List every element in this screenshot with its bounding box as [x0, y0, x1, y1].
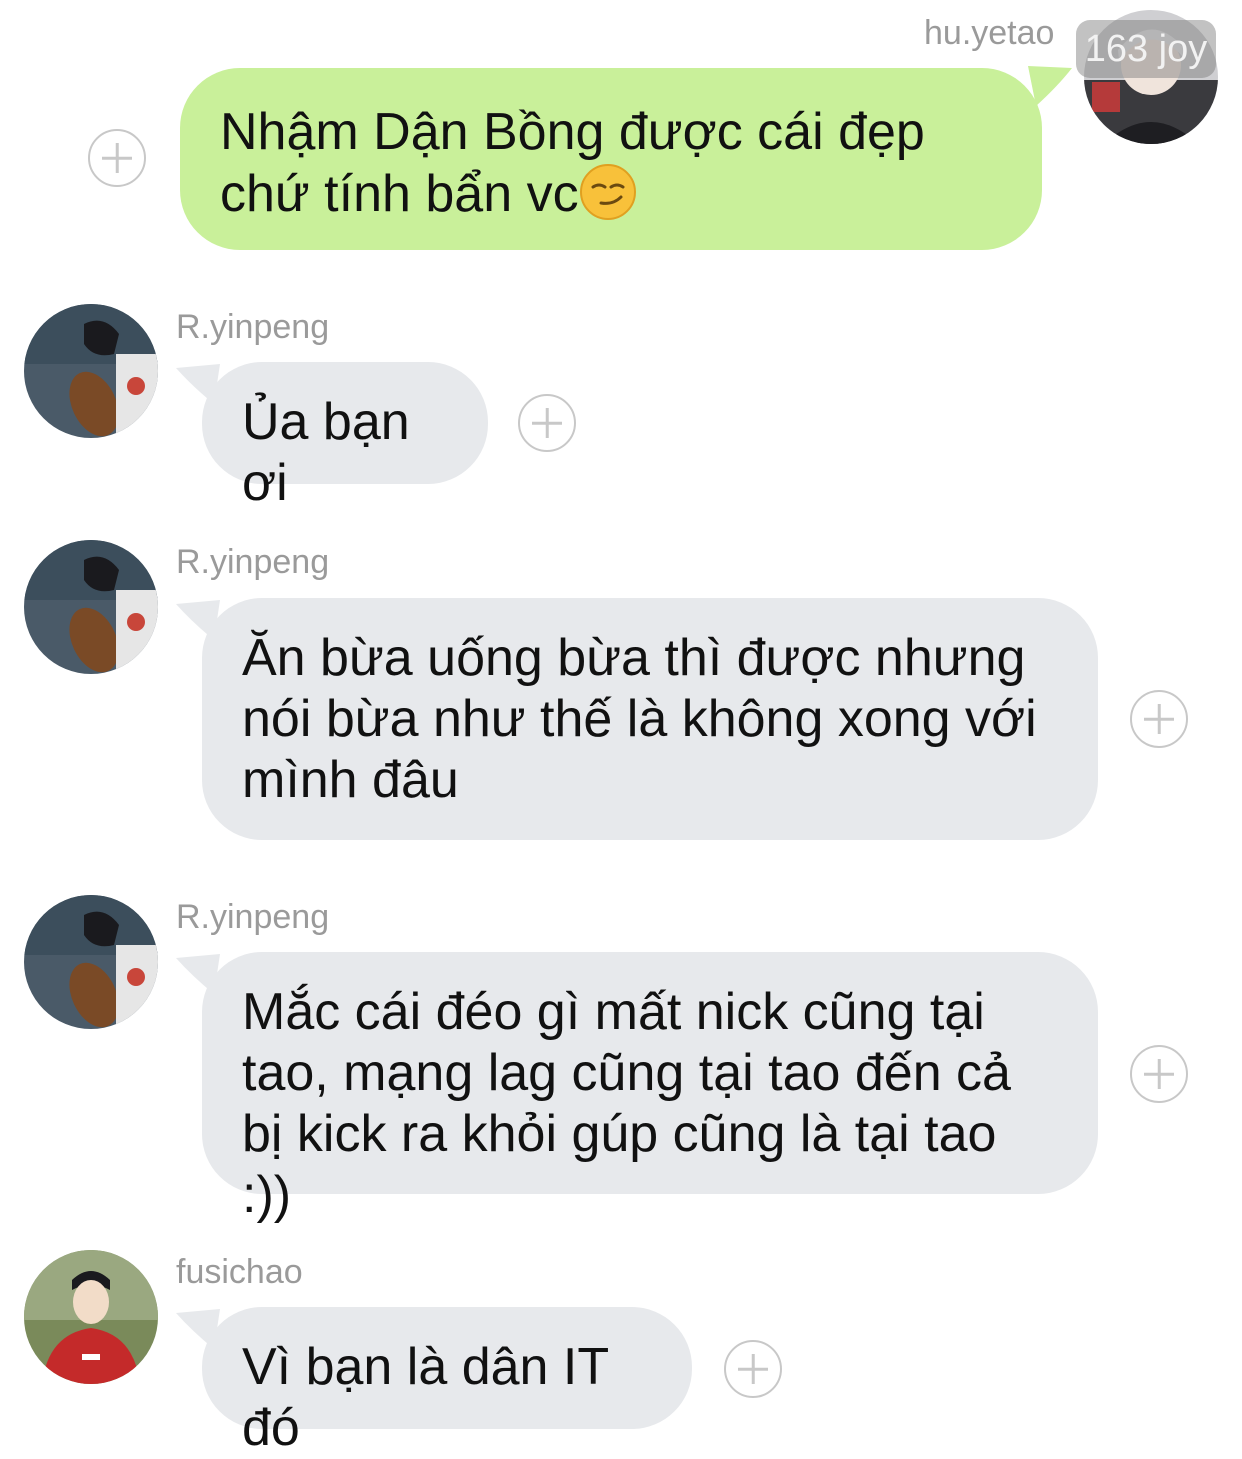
- avatar-photo-icon: [24, 895, 158, 1029]
- watermark-label: 163 joy: [1076, 20, 1216, 78]
- avatar-r-yinpeng[interactable]: [24, 540, 158, 674]
- avatar-r-yinpeng[interactable]: [24, 895, 158, 1029]
- add-reaction-plus-icon[interactable]: [518, 394, 576, 452]
- sender-name: R.yinpeng: [176, 308, 330, 346]
- incoming-message-bubble[interactable]: Mắc cái đéo gì mất nick cũng tại tao, mạ…: [202, 952, 1098, 1224]
- message-text: Nhậm Dận Bồng được cái đẹp chứ tính bẩn …: [220, 103, 925, 223]
- smirking-face-icon: [579, 164, 636, 220]
- add-reaction-plus-icon[interactable]: [724, 1340, 782, 1398]
- avatar-photo-icon: [24, 1250, 158, 1384]
- sender-name: fusichao: [176, 1253, 303, 1291]
- avatar-photo-icon: [24, 540, 158, 674]
- avatar-r-yinpeng[interactable]: [24, 304, 158, 438]
- incoming-message-bubble[interactable]: Ủa bạn ơi: [202, 362, 488, 512]
- message-text: Ủa bạn ơi: [242, 393, 410, 512]
- message-text: Vì bạn là dân IT đó: [242, 1338, 609, 1457]
- sender-name: R.yinpeng: [176, 898, 330, 936]
- incoming-message-bubble[interactable]: Ăn bừa uống bừa thì được nhưng nói bừa n…: [202, 598, 1098, 840]
- sender-name: hu.yetao: [924, 14, 1055, 52]
- avatar-photo-icon: [24, 304, 158, 438]
- add-reaction-plus-icon[interactable]: [88, 129, 146, 187]
- incoming-message-bubble[interactable]: Vì bạn là dân IT đó: [202, 1307, 692, 1457]
- add-reaction-plus-icon[interactable]: [1130, 1045, 1188, 1103]
- add-reaction-plus-icon[interactable]: [1130, 690, 1188, 748]
- message-text: Ăn bừa uống bừa thì được nhưng nói bừa n…: [242, 629, 1037, 809]
- avatar-fusichao[interactable]: [24, 1250, 158, 1384]
- outgoing-message-bubble[interactable]: Nhậm Dận Bồng được cái đẹp chứ tính bẩn …: [180, 68, 1042, 250]
- message-text: Mắc cái đéo gì mất nick cũng tại tao, mạ…: [242, 983, 1011, 1224]
- sender-name: R.yinpeng: [176, 543, 330, 581]
